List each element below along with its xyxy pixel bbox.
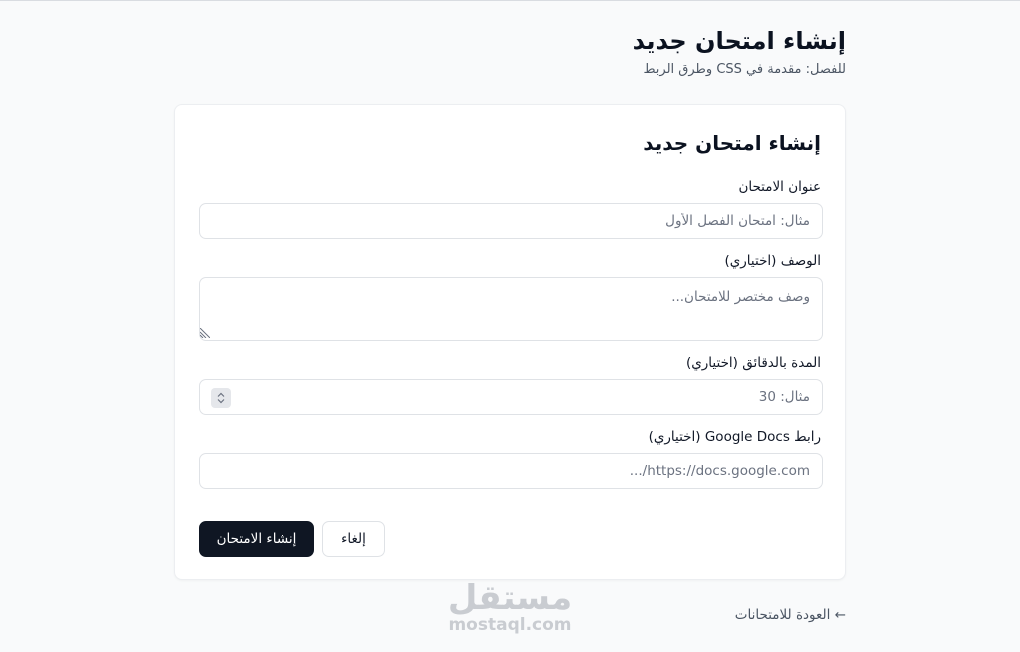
duration-input[interactable] [199, 379, 823, 415]
back-to-exams-link[interactable]: ← العودة للامتحانات [735, 607, 846, 623]
google-docs-label: رابط Google Docs (اختياري) [648, 429, 821, 445]
resize-handle-icon[interactable] [200, 328, 210, 338]
page-subtitle: للفصل: مقدمة في CSS وطرق الربط [643, 62, 846, 77]
top-border [0, 0, 1020, 1]
cancel-button[interactable]: إلغاء [322, 521, 385, 557]
watermark-arabic: مستقل [447, 578, 573, 618]
spinner-arrows-icon [217, 392, 225, 404]
description-textarea[interactable] [199, 277, 823, 341]
page-header: إنشاء امتحان جديد للفصل: مقدمة في CSS وط… [174, 26, 846, 78]
create-exam-card: إنشاء امتحان جديد عنوان الامتحان الوصف (… [174, 104, 846, 580]
watermark-latin: mostaql.com [448, 615, 572, 635]
number-spinner[interactable] [211, 388, 231, 408]
create-exam-button[interactable]: إنشاء الامتحان [199, 521, 314, 557]
description-label: الوصف (اختياري) [724, 253, 821, 269]
duration-label: المدة بالدقائق (اختياري) [685, 355, 821, 371]
mostaql-watermark-logo: مستقل mostaql.com [446, 578, 574, 642]
form-title: إنشاء امتحان جديد [643, 131, 821, 155]
exam-title-label: عنوان الامتحان [738, 179, 821, 195]
page-title: إنشاء امتحان جديد [632, 27, 846, 55]
exam-title-input[interactable] [199, 203, 823, 239]
google-docs-input[interactable] [199, 453, 823, 489]
